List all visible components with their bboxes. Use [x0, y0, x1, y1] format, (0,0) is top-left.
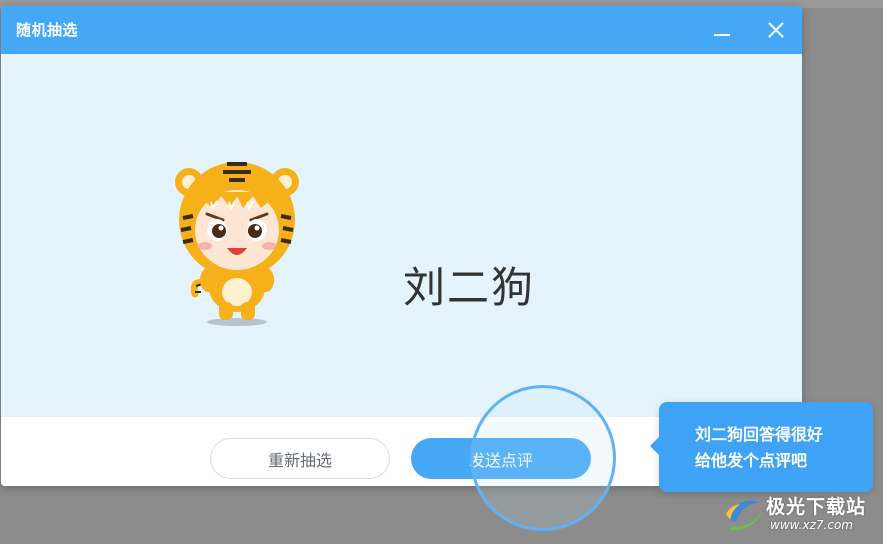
- selected-student-name: 刘二狗: [403, 263, 536, 312]
- minimize-icon: [714, 34, 730, 36]
- redraw-button[interactable]: 重新抽选: [210, 438, 390, 479]
- result-panel: 刘二狗: [1, 54, 802, 416]
- dialog-title: 随机抽选: [16, 21, 79, 39]
- minimize-button[interactable]: [708, 16, 736, 44]
- watermark-logo: 极光下载站 www.xz7.com: [722, 490, 882, 540]
- tooltip-text: 刘二狗回答得很好 给他发个点评吧: [695, 422, 865, 474]
- tutorial-highlight-ring: [470, 385, 616, 531]
- tiger-mascot-icon: [175, 162, 299, 326]
- watermark-swirl-icon: [726, 500, 762, 531]
- tutorial-tooltip: 刘二狗回答得很好 给他发个点评吧: [650, 402, 873, 492]
- watermark-url: www.xz7.com: [770, 518, 853, 532]
- close-icon: [768, 22, 784, 38]
- tooltip-line-2: 给他发个点评吧: [695, 451, 808, 470]
- dialog-titlebar: 随机抽选: [1, 6, 802, 54]
- close-button[interactable]: [762, 16, 790, 44]
- tooltip-line-1: 刘二狗回答得很好: [695, 425, 824, 444]
- watermark-title: 极光下载站: [766, 496, 867, 518]
